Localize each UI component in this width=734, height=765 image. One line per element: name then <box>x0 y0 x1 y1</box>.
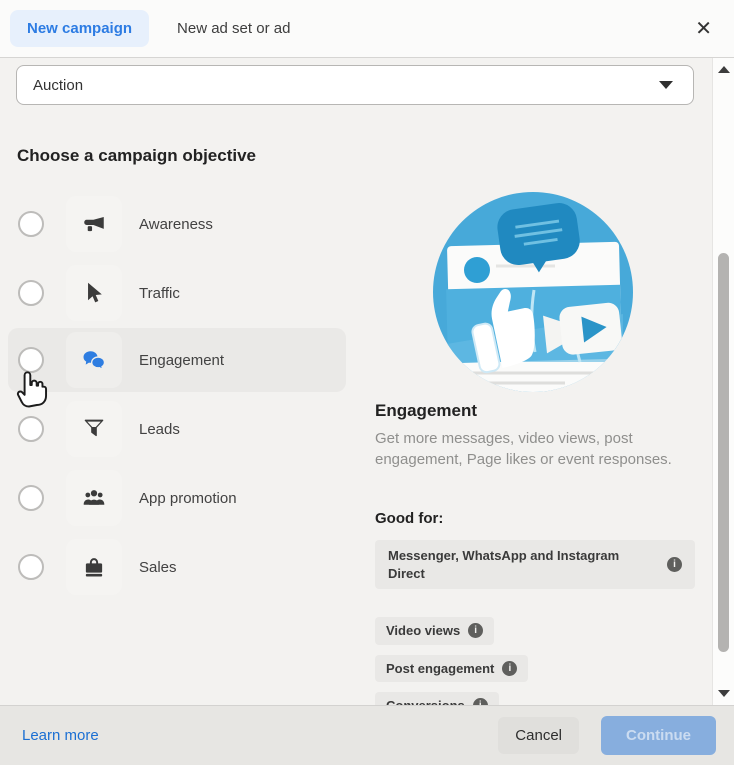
radio-sales[interactable] <box>18 554 44 580</box>
objective-label: Traffic <box>139 284 180 302</box>
vertical-scrollbar[interactable] <box>712 58 734 705</box>
objective-section-heading: Choose a campaign objective <box>17 146 257 165</box>
new-campaign-modal: New campaign New ad set or ad ✕ Auction … <box>0 0 734 765</box>
cancel-button[interactable]: Cancel <box>498 717 579 754</box>
radio-leads[interactable] <box>18 416 44 442</box>
objective-row-sales[interactable]: Sales <box>8 535 346 599</box>
radio-awareness[interactable] <box>18 211 44 237</box>
tag-label: Video views <box>386 623 461 639</box>
good-for-label: Good for: <box>375 510 444 527</box>
modal-footer: Learn more Cancel Continue <box>0 705 734 765</box>
modal-header: New campaign New ad set or ad ✕ <box>0 0 734 58</box>
objective-row-app-promotion[interactable]: App promotion <box>8 466 346 530</box>
scroll-down-arrow-icon[interactable] <box>717 690 730 697</box>
detail-description: Get more messages, video views, post eng… <box>375 430 672 469</box>
scrollbar-thumb[interactable] <box>718 253 729 652</box>
good-for-tags: Messenger, WhatsApp and Instagram Direct… <box>375 540 695 730</box>
objective-row-leads[interactable]: Leads <box>8 397 346 461</box>
chat-bubbles-icon <box>66 332 122 388</box>
tag-video-views: Video views i <box>375 617 495 645</box>
detail-title: Engagement <box>375 401 478 420</box>
radio-engagement[interactable] <box>18 347 44 373</box>
objective-label: Awareness <box>139 215 213 233</box>
continue-button[interactable]: Continue <box>601 716 716 755</box>
close-icon[interactable]: ✕ <box>691 15 716 43</box>
tag-post-engagement: Post engagement i <box>375 654 529 683</box>
radio-traffic[interactable] <box>18 280 44 306</box>
radio-app-promotion[interactable] <box>18 485 44 511</box>
info-icon[interactable]: i <box>502 660 518 676</box>
objective-label: Leads <box>139 420 180 438</box>
info-icon[interactable]: i <box>667 557 682 573</box>
buying-type-value: Auction <box>33 76 84 94</box>
objective-label: App promotion <box>139 489 237 507</box>
tag-messenger-whatsapp-instagram: Messenger, WhatsApp and Instagram Direct… <box>375 540 695 590</box>
objective-label: Sales <box>139 558 177 576</box>
objective-label: Engagement <box>139 351 225 369</box>
objective-row-awareness[interactable]: Awareness <box>8 192 346 256</box>
shopping-bag-icon <box>66 539 122 595</box>
cursor-arrow-icon <box>66 265 122 321</box>
scroll-up-arrow-icon[interactable] <box>717 66 730 73</box>
buying-type-dropdown[interactable]: Auction <box>16 65 694 105</box>
learn-more-link[interactable]: Learn more <box>22 727 99 744</box>
info-icon[interactable]: i <box>468 623 484 639</box>
people-group-icon <box>66 470 122 526</box>
engagement-illustration <box>433 192 633 392</box>
funnel-icon <box>66 401 122 457</box>
tab-new-campaign[interactable]: New campaign <box>10 10 150 47</box>
megaphone-icon <box>66 196 122 252</box>
tab-new-ad-set-or-ad[interactable]: New ad set or ad <box>177 20 290 37</box>
tag-label: Messenger, WhatsApp and Instagram Direct <box>388 548 620 581</box>
tag-label: Post engagement <box>386 660 495 676</box>
objective-row-traffic[interactable]: Traffic <box>8 261 346 325</box>
objective-row-engagement[interactable]: Engagement <box>8 328 346 392</box>
chevron-down-icon <box>659 81 673 89</box>
